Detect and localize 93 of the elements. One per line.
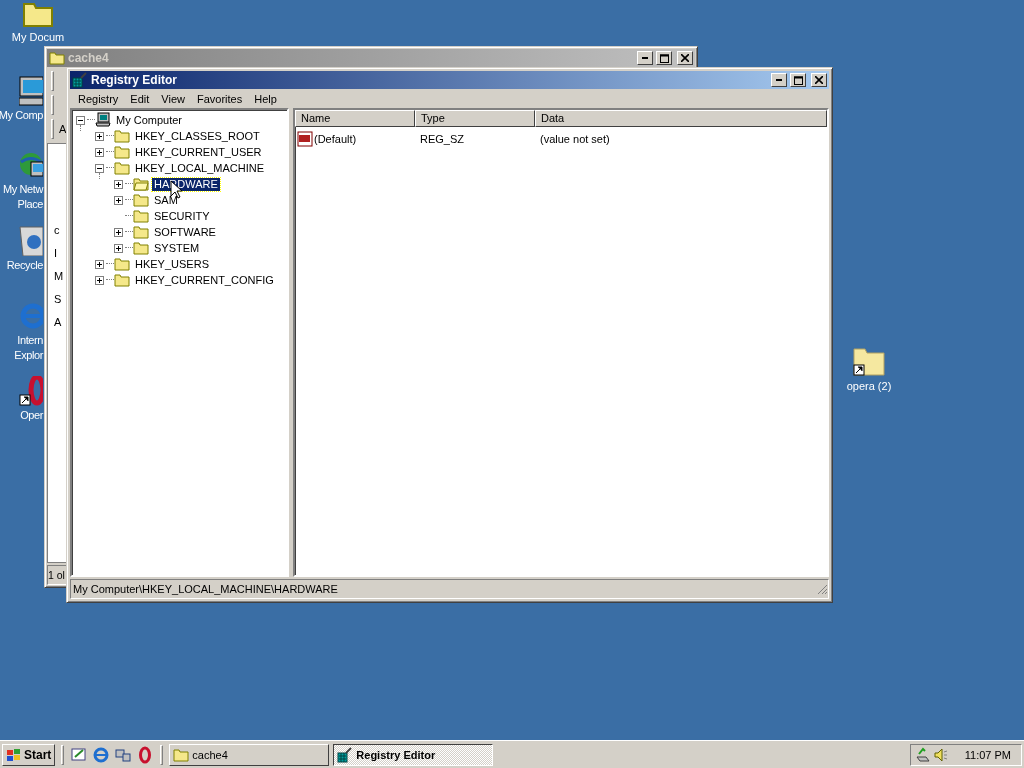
folder-icon [114, 273, 130, 287]
expand-icon[interactable] [114, 195, 123, 205]
icon-label: Oper [20, 409, 43, 421]
folder-icon [114, 257, 130, 271]
value-data: (value not set) [539, 133, 611, 145]
menu-item[interactable]: Favorites [190, 92, 249, 105]
folder-icon [22, 0, 54, 28]
icon-label: My Docum [11, 31, 65, 43]
expand-icon[interactable] [114, 227, 123, 237]
content-text: S [54, 293, 62, 305]
folder-icon [133, 241, 149, 255]
browser-icon[interactable] [92, 745, 111, 764]
string-value-icon [297, 131, 313, 147]
folder-icon [173, 747, 190, 762]
content-text: M [54, 270, 64, 282]
expand-icon[interactable] [95, 259, 104, 269]
recycle-bin-icon [19, 226, 43, 256]
start-button[interactable]: Start [2, 743, 56, 766]
tree-item[interactable]: HKEY_CURRENT_USER [133, 145, 264, 159]
minimize-icon [776, 79, 782, 81]
expand-icon[interactable] [95, 275, 104, 285]
icon-label: My Netw [3, 183, 43, 195]
window-title: cache4 [68, 51, 110, 65]
minimize-button[interactable] [637, 51, 653, 65]
tree-item[interactable]: HKEY_LOCAL_MACHINE [133, 161, 266, 175]
taskbar-button[interactable]: Registry Editor [333, 743, 494, 766]
collapse-icon[interactable] [76, 115, 85, 125]
tree-item[interactable]: SAM [152, 193, 180, 207]
icon-label: Place [17, 198, 43, 210]
icon-label: Explor [14, 349, 43, 361]
tree-item[interactable]: SOFTWARE [152, 225, 218, 239]
folder-shortcut-icon [852, 345, 886, 377]
content-text: c [54, 224, 60, 236]
taskbar-button[interactable]: cache4 [169, 743, 330, 766]
status-text: 1 ol [48, 569, 66, 581]
close-icon [681, 54, 689, 62]
opera-shortcut-icon [19, 376, 43, 406]
tree-item[interactable]: SECURITY [152, 209, 212, 223]
clock: 11:07 PM [964, 748, 1012, 761]
network-status-icon [915, 746, 931, 763]
column-header[interactable]: Data [535, 110, 827, 127]
expand-icon[interactable] [114, 179, 123, 189]
folder-icon [49, 51, 65, 65]
window-title: Registry Editor [91, 73, 178, 87]
icon-label: Recycle [6, 259, 43, 271]
folder-icon [133, 193, 149, 207]
globe-computer-icon [19, 150, 43, 180]
registry-icon [72, 72, 88, 88]
column-header[interactable]: Name [295, 110, 415, 127]
close-button[interactable] [677, 51, 693, 65]
computer-icon [95, 112, 111, 128]
maximize-icon [793, 75, 803, 85]
icon-label: My Comp [0, 109, 43, 121]
menu-item[interactable]: Registry [72, 92, 125, 105]
toolbar-label: A [59, 123, 67, 135]
content-text: A [54, 316, 62, 328]
value-name: (Default) [314, 133, 357, 145]
icon-label: opera (2) [846, 380, 892, 392]
browser-icon [19, 301, 43, 331]
menu-item[interactable]: View [155, 92, 191, 105]
expand-icon[interactable] [114, 243, 123, 253]
tree-item[interactable]: SYSTEM [152, 241, 202, 255]
maximize-button[interactable] [656, 51, 672, 65]
tree-item[interactable]: My Computer [114, 113, 185, 127]
speaker-icon [933, 746, 949, 763]
folder-icon [133, 225, 149, 239]
maximize-icon [659, 53, 669, 63]
tree-item[interactable]: HKEY_CURRENT_CONFIG [133, 273, 276, 287]
folder-icon [114, 145, 130, 159]
column-header[interactable]: Type [415, 110, 535, 127]
tree-item[interactable]: HKEY_CLASSES_ROOT [133, 129, 262, 143]
maximize-button[interactable] [790, 73, 806, 87]
close-button[interactable] [811, 73, 827, 87]
expand-icon[interactable] [95, 147, 104, 157]
menu-item[interactable]: Edit [124, 92, 156, 105]
folder-icon [133, 177, 149, 191]
minimize-button[interactable] [771, 73, 787, 87]
folder-icon [114, 161, 130, 175]
windows-flag-icon [6, 747, 22, 762]
icon-label: Intern [17, 334, 43, 346]
menu-item[interactable]: Help [248, 92, 283, 105]
registry-icon [337, 746, 354, 763]
value-type: REG_SZ [419, 133, 465, 145]
expand-icon[interactable] [95, 131, 104, 141]
computer-icon [19, 76, 43, 106]
tree-item[interactable]: HKEY_USERS [133, 257, 211, 271]
minimize-icon [642, 57, 648, 59]
folder-icon [133, 209, 149, 223]
tree-item[interactable]: HARDWARE [152, 177, 220, 191]
close-icon [815, 76, 823, 84]
collapse-icon[interactable] [95, 163, 104, 173]
content-text: I [54, 247, 58, 259]
status-text: My Computer\HKEY_LOCAL_MACHINE\HARDWARE [73, 583, 339, 595]
